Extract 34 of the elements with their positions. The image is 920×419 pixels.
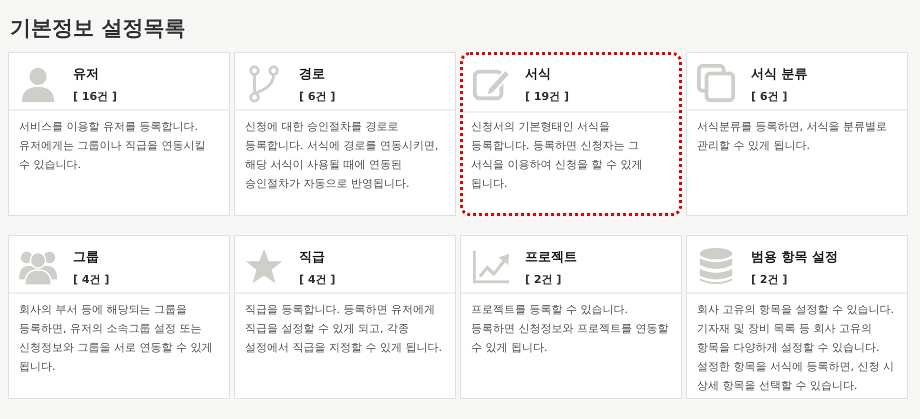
settings-card[interactable]: 범용 항목 설정 [ 2건 ] 회사 고유의 항목을 설정할 수 있습니다. 기자재 및 장비 목록 등 회사 고유의 항목을 다양하게 설정할 수 있습니다. 설정한 항목을 서식에 등록하면, 신청 시 상세 항목을 선택할 수 있습니다. [686, 235, 908, 399]
card-title: 범용 항목 설정 [751, 249, 838, 266]
card-description: 회사의 부서 등에 해당되는 그룹을 등록하면, 유저의 소속그룹 설정 또는 신청정보와 그룹을 서로 연동할 수 있게 됩니다. [18, 302, 214, 375]
item-count: [ 16건 ] [73, 89, 118, 104]
card-description: 서식분류를 등록하면, 서식을 분류별로 관리할 수 있게 됩니다. [696, 119, 888, 154]
settings-card[interactable]: 경로 [ 6건 ] 신청에 대한 승인절차를 경로로 등록합니다. 서식에 경로를 연동시키면, 해당 서식이 사용될 때에 연동된 승인절차가 자동으로 반영됩니다. [234, 52, 456, 216]
card-title: 경로 [299, 66, 326, 83]
card-description: 신청서의 기본형태인 서식을 등록합니다. 등록하면 신청자는 그 서식을 이용하여 신청을 할 수 있게 됩니다. [470, 119, 644, 192]
settings-card[interactable]: 직급 [ 4건 ] 직급을 등록합니다. 등록하면 유저에게 직급을 설정할 수 있게 되고, 각종 설정에서 직급을 지정할 수 있게 됩니다. [234, 235, 456, 399]
item-count: [ 19건 ] [525, 89, 570, 104]
card-description: 프로젝트를 등록할 수 있습니다. 등록하면 신청정보와 프로젝트를 연동할 수 있게 됩니다. [470, 302, 670, 356]
page-title: 기본정보 설정목록 [9, 15, 186, 42]
settings-card[interactable]: 서식 [ 19건 ] 신청서의 기본형태인 서식을 등록합니다. 등록하면 신청자는 그 서식을 이용하여 신청을 할 수 있게 됩니다. [460, 52, 682, 216]
settings-card[interactable]: 서식 분류 [ 6건 ] 서식분류를 등록하면, 서식을 분류별로 관리할 수 있게 됩니다. [686, 52, 908, 216]
settings-card[interactable]: 프로젝트 [ 2건 ] 프로젝트를 등록할 수 있습니다. 등록하면 신청정보와 프로젝트를 연동할 수 있게 됩니다. [460, 235, 682, 399]
item-count: [ 2건 ] [751, 272, 788, 287]
item-count: [ 2건 ] [525, 272, 562, 287]
item-count: [ 4건 ] [299, 272, 336, 287]
card-title: 서식 [525, 66, 552, 83]
card-description: 신청에 대한 승인절차를 경로로 등록합니다. 서식에 경로를 연동시키면, 해당 서식이 사용될 때에 연동된 승인절차가 자동으로 반영됩니다. [244, 119, 440, 192]
card-description: 서비스를 이용할 유저를 등록합니다. 유저에게는 그룹이나 직급을 연동시킬 수 있습니다. [18, 119, 206, 173]
item-count: [ 6건 ] [299, 89, 336, 104]
card-description: 직급을 등록합니다. 등록하면 유저에게 직급을 설정할 수 있게 되고, 각종 설정에서 직급을 지정할 수 있게 됩니다. [244, 302, 443, 356]
item-count: [ 6건 ] [751, 89, 788, 104]
settings-card[interactable]: 그룹 [ 4건 ] 회사의 부서 등에 해당되는 그룹을 등록하면, 유저의 소속그룹 설정 또는 신청정보와 그룹을 서로 연동할 수 있게 됩니다. [8, 235, 230, 399]
card-title: 서식 분류 [751, 66, 808, 83]
copy-icon [697, 63, 737, 105]
card-description: 회사 고유의 항목을 설정할 수 있습니다. 기자재 및 장비 목록 등 회사 고유의 항목을 다양하게 설정할 수 있습니다. 설정한 항목을 서식에 등록하면, 신청 시 상세 항목을 선택할 수 있습니다. [696, 302, 895, 394]
card-title: 그룹 [73, 249, 100, 266]
item-count: [ 4건 ] [73, 272, 110, 287]
card-title: 유저 [73, 66, 100, 83]
card-title: 프로젝트 [525, 249, 577, 266]
settings-card[interactable]: 유저 [ 16건 ] 서비스를 이용할 유저를 등록합니다. 유저에게는 그룹이나 직급을 연동시킬 수 있습니다. [8, 52, 230, 216]
card-title: 직급 [299, 249, 326, 266]
